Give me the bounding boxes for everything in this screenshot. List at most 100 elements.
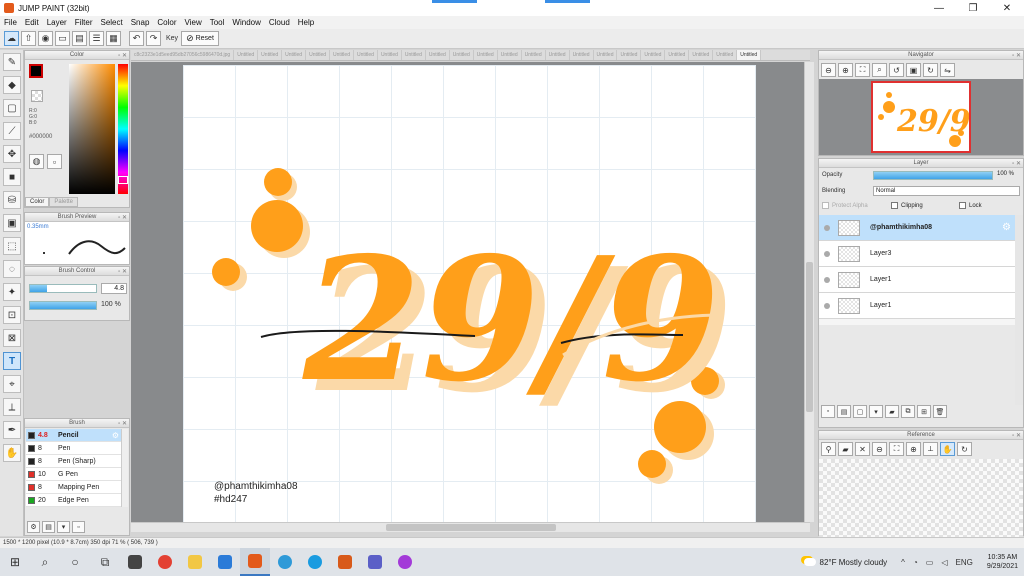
layer-visibility-icon[interactable] — [824, 302, 830, 309]
document-tab[interactable]: Untitled — [450, 50, 474, 60]
brush-item[interactable]: 8 Mapping Pen — [26, 481, 121, 494]
reference-rotate-icon[interactable]: ↻ — [957, 442, 972, 456]
cortana-icon[interactable]: ○ — [60, 548, 90, 576]
fit-view-icon[interactable]: ⛶ — [855, 63, 870, 77]
document-tab[interactable]: Untitled — [474, 50, 498, 60]
menu-window[interactable]: Window — [232, 18, 260, 27]
reference-eyedropper-icon[interactable]: ⟂ — [923, 442, 938, 456]
saturation-value-picker[interactable] — [69, 64, 115, 194]
reference-fit-icon[interactable]: ⛶ — [889, 442, 904, 456]
document-tab[interactable]: Untitled — [426, 50, 450, 60]
reset-button[interactable]: ⊘ Reset — [181, 31, 219, 46]
chrome-icon[interactable] — [150, 548, 180, 576]
lock-checkbox[interactable]: Lock — [959, 202, 982, 209]
document-tab[interactable]: Untitled — [665, 50, 690, 60]
messenger-icon[interactable] — [390, 548, 420, 576]
text-tool-icon[interactable]: T — [3, 352, 21, 370]
skype-icon[interactable] — [300, 548, 330, 576]
navigator-thumbnail[interactable]: 29/9 — [871, 81, 971, 153]
duplicate-layer-icon[interactable]: ⧉ — [901, 405, 915, 418]
document-tab[interactable]: Untitled — [689, 50, 714, 60]
brush-item[interactable]: 8 Pen (Sharp) — [26, 455, 121, 468]
line-tool-icon[interactable]: ⟋ — [3, 122, 21, 140]
navigator-preview[interactable]: 29/9 — [819, 79, 1023, 155]
document-tab[interactable]: Untitled — [594, 50, 618, 60]
teams-icon[interactable] — [360, 548, 390, 576]
list-icon[interactable]: ☰ — [89, 31, 104, 46]
pen-nib-tool-icon[interactable]: ✒ — [3, 421, 21, 439]
bucket-tool-icon[interactable]: ⛁ — [3, 191, 21, 209]
menu-edit[interactable]: Edit — [25, 18, 39, 27]
move-tool-icon[interactable]: ✥ — [3, 145, 21, 163]
brush-item[interactable]: 10 G Pen — [26, 468, 121, 481]
document-tab[interactable]: Untitled — [330, 50, 354, 60]
color-reset-icon[interactable]: ▫ — [47, 154, 62, 169]
brush-add-icon[interactable]: ▤ — [42, 521, 55, 533]
reference-hand-icon[interactable]: ✋ — [940, 442, 955, 456]
redo-icon[interactable]: ↷ — [146, 31, 161, 46]
menu-tool[interactable]: Tool — [210, 18, 225, 27]
battery-icon[interactable]: ▭ — [926, 558, 934, 567]
new-layer-8bit-icon[interactable]: ▤ — [837, 405, 851, 418]
select-pen-tool-icon[interactable]: ⊡ — [3, 306, 21, 324]
rectangle-tool-icon[interactable]: ▢ — [3, 99, 21, 117]
document-tab[interactable]: Untitled — [546, 50, 570, 60]
edge-icon[interactable] — [270, 548, 300, 576]
tab-palette[interactable]: Palette — [49, 197, 79, 207]
new-folder-icon[interactable]: ▰ — [885, 405, 899, 418]
blending-select[interactable]: Normal — [873, 186, 1020, 196]
reference-open-icon[interactable]: ▰ — [838, 442, 853, 456]
rotate-left-icon[interactable]: ↺ — [889, 63, 904, 77]
merge-layer-icon[interactable]: ⊞ — [917, 405, 931, 418]
undo-icon[interactable]: ↶ — [129, 31, 144, 46]
weather-widget[interactable]: 82°F Mostly cloudy — [803, 558, 887, 567]
rotate-right-icon[interactable]: ↻ — [923, 63, 938, 77]
menu-help[interactable]: Help — [298, 18, 314, 27]
document-tab[interactable]: Untitled — [522, 50, 546, 60]
layer-opacity-slider[interactable] — [873, 171, 993, 180]
chevron-up-icon[interactable]: ^ — [901, 558, 905, 567]
start-icon[interactable]: ⊞ — [0, 548, 30, 576]
clipping-checkbox[interactable]: Clipping — [891, 202, 923, 209]
brush-size-field[interactable]: 4.8 — [101, 283, 127, 294]
menu-snap[interactable]: Snap — [131, 18, 150, 27]
brush-copy-icon[interactable]: ▾ — [57, 521, 70, 533]
document-icon[interactable]: ▤ — [72, 31, 87, 46]
menu-color[interactable]: Color — [157, 18, 176, 27]
hue-slider[interactable] — [118, 64, 128, 194]
brush-item[interactable]: 8 Pen — [26, 442, 121, 455]
fill-rect-tool-icon[interactable]: ■ — [3, 168, 21, 186]
layer-type-menu-icon[interactable]: ▾ — [869, 405, 883, 418]
gradient-tool-icon[interactable]: ▣ — [3, 214, 21, 232]
lasso-tool-icon[interactable]: ◌ — [3, 260, 21, 278]
menu-layer[interactable]: Layer — [47, 18, 67, 27]
chat-icon[interactable]: ◉ — [38, 31, 53, 46]
brush-opacity-slider[interactable] — [29, 301, 97, 310]
select-eraser-tool-icon[interactable]: ⊠ — [3, 329, 21, 347]
document-tab[interactable]: Untitled — [713, 50, 738, 60]
brush-size-slider[interactable] — [29, 284, 97, 293]
maximize-button[interactable]: ❐ — [956, 0, 990, 16]
document-tab[interactable]: Untitled — [282, 50, 307, 60]
menu-cloud[interactable]: Cloud — [269, 18, 290, 27]
document-tab[interactable]: Untitled — [737, 50, 762, 60]
layer-visibility-icon[interactable] — [824, 276, 830, 283]
hand-tool-icon[interactable]: ✋ — [3, 444, 21, 462]
brush-item[interactable]: 20 Edge Pen — [26, 494, 121, 507]
reference-zoom-in-icon[interactable]: ⊕ — [906, 442, 921, 456]
delete-layer-icon[interactable]: 🗑 — [933, 405, 947, 418]
document-tab[interactable]: Untitled — [378, 50, 402, 60]
brush-settings-icon[interactable]: ⚙ — [27, 521, 40, 533]
layer-row[interactable]: Layer3 — [819, 241, 1015, 267]
task-view-icon[interactable]: ⧉ — [90, 548, 120, 576]
layer-visibility-icon[interactable] — [824, 250, 830, 257]
document-tab[interactable]: Untitled — [354, 50, 378, 60]
upload-icon[interactable]: ⇧ — [21, 31, 36, 46]
search-icon[interactable]: ⌕ — [30, 548, 60, 576]
vertical-scroll-thumb[interactable] — [806, 262, 813, 412]
menu-filter[interactable]: Filter — [75, 18, 93, 27]
canvas-horizontal-scrollbar[interactable] — [131, 522, 810, 532]
document-tab[interactable]: Untitled — [306, 50, 331, 60]
reference-viewport[interactable] — [819, 459, 1023, 537]
clock[interactable]: 10:35 AM 9/29/2021 — [987, 553, 1018, 571]
